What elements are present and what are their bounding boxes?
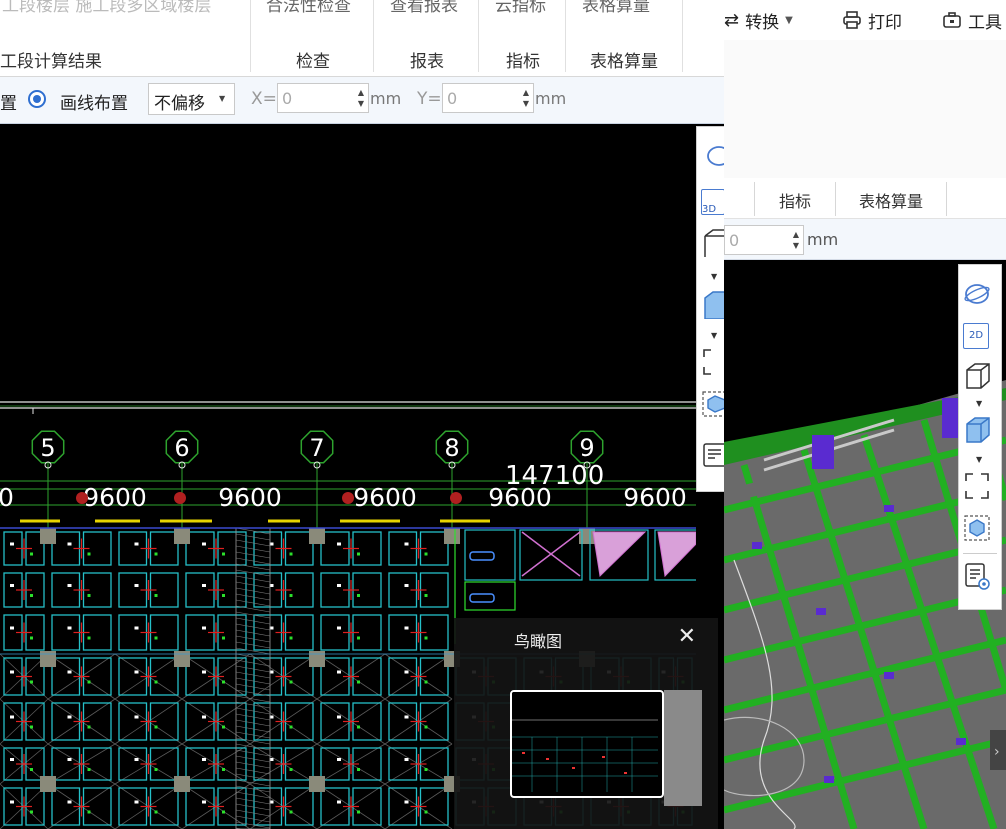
cube-outline-icon[interactable] xyxy=(963,361,991,391)
axis-bubble-5: 5 xyxy=(31,430,65,534)
aerial-view-scroll-area xyxy=(664,690,702,806)
ribbon-top-cut-check: 合法性检查 xyxy=(266,0,351,16)
chevron-down-icon[interactable]: ▼ xyxy=(711,272,717,281)
span-dimension-label: 9600 xyxy=(83,483,147,512)
chevron-down-icon[interactable]: ▼ xyxy=(976,455,982,464)
front-options-bar: 置 画线布置 不偏移 ▼ X= 0 ▲ ▼ mm Y= 0 ▲ ▼ mm xyxy=(0,77,724,124)
axis-label: 7 xyxy=(309,434,324,462)
line-layout-radio[interactable] xyxy=(28,90,46,108)
offset-select-value: 不偏移 xyxy=(154,94,205,114)
chevron-down-icon: ▼ xyxy=(219,94,226,103)
aerial-view-panel: 鸟瞰图 ✕ xyxy=(454,618,718,829)
x-offset-input[interactable]: 0 ▲ ▼ xyxy=(277,83,369,113)
display-settings-icon[interactable] xyxy=(701,441,724,471)
x-unit-label: mm xyxy=(370,89,402,108)
tools-button[interactable]: 工具 xyxy=(942,8,1002,33)
print-label: 打印 xyxy=(868,12,902,33)
close-icon[interactable]: ✕ xyxy=(678,624,696,649)
axis-label: 5 xyxy=(40,434,55,462)
axis-label: 9 xyxy=(579,434,594,462)
convert-button[interactable]: ⇄ 转换 ▼ xyxy=(724,8,793,33)
back-toolbar: ⇄ 转换 ▼ 打印 工具 xyxy=(724,0,1006,40)
ribbon-top-cut-left: 工段楼层 施工段多区域楼层 xyxy=(2,0,212,16)
span-dimension-label: 9600 xyxy=(353,483,417,512)
front-ribbon: 工段楼层 施工段多区域楼层 合法性检查 查看报表 云指标 表格算量 工段计算结果… xyxy=(0,0,724,77)
span-dimension-label: 9600 xyxy=(623,483,687,512)
aerial-view-thumbnail[interactable] xyxy=(510,690,664,798)
aerial-view-title: 鸟瞰图 xyxy=(514,632,563,651)
axis-bubble-8: 8 xyxy=(435,430,469,534)
back-table-qty-tab[interactable]: 表格算量 xyxy=(859,188,923,212)
front-view-tools-panel: 3D ▼ ▼ xyxy=(696,126,724,492)
ribbon-top-cut-table: 表格算量 xyxy=(582,0,650,16)
print-button[interactable]: 打印 xyxy=(842,8,902,33)
ribbon-group-indicators[interactable]: 指标 xyxy=(506,47,540,72)
cube-solid-icon[interactable] xyxy=(701,289,724,319)
display-settings-icon[interactable] xyxy=(963,561,991,591)
back-unit-label: mm xyxy=(807,230,839,249)
svg-text:›: › xyxy=(994,744,1000,760)
cube-outline-icon[interactable] xyxy=(701,227,724,257)
back-view-tools-panel: 2D ▼ ▼ xyxy=(958,264,1002,610)
cube-solid-icon[interactable] xyxy=(963,415,991,445)
isometric-view-icon[interactable] xyxy=(701,389,724,419)
ribbon-top-cut-report: 查看报表 xyxy=(390,0,458,16)
y-unit-label: mm xyxy=(535,89,567,108)
chevron-down-icon[interactable]: ▼ xyxy=(711,331,717,340)
x-offset-label: X= xyxy=(251,89,277,109)
orbit-icon[interactable] xyxy=(963,279,991,309)
axis-label: 6 xyxy=(174,434,189,462)
ribbon-group-result[interactable]: 工段计算结果 xyxy=(0,47,102,72)
span-dimension-label: 9600 xyxy=(218,483,282,512)
printer-icon xyxy=(843,11,861,29)
y-offset-label: Y= xyxy=(417,89,442,109)
fullscreen-icon[interactable] xyxy=(701,347,724,377)
span-dimension-label: 9600 xyxy=(488,483,552,512)
ribbon-group-table-qty[interactable]: 表格算量 xyxy=(590,47,658,72)
orbit-icon[interactable] xyxy=(701,141,724,171)
chevron-down-icon[interactable]: ▼ xyxy=(976,399,982,408)
offset-select[interactable]: 不偏移 ▼ xyxy=(148,83,235,115)
ribbon-group-report[interactable]: 报表 xyxy=(410,47,444,72)
axis-bubble-7: 7 xyxy=(300,430,334,534)
back-ribbon: 指标 表格算量 xyxy=(724,178,1006,219)
ribbon-group-check[interactable]: 检查 xyxy=(296,47,330,72)
view-2d-button[interactable]: 2D xyxy=(963,323,989,349)
back-options-bar: 0 ▲ ▼ mm xyxy=(724,219,1006,260)
fullscreen-icon[interactable] xyxy=(963,471,991,501)
axis-bubble-6: 6 xyxy=(165,430,199,534)
span-dimension-label: 0 xyxy=(0,483,14,512)
line-layout-label: 画线布置 xyxy=(60,94,128,114)
axis-label: 8 xyxy=(444,434,459,462)
toolbox-icon xyxy=(943,12,961,28)
view-3d-button[interactable]: 3D xyxy=(701,189,724,215)
back-y-offset-input[interactable]: 0 ▲ ▼ xyxy=(724,225,804,255)
ribbon-top-cut-indicator: 云指标 xyxy=(495,0,546,16)
chevron-down-icon: ▼ xyxy=(785,14,793,26)
back-indicators-tab[interactable]: 指标 xyxy=(779,188,811,212)
placement-cut-label: 置 xyxy=(0,94,17,114)
convert-icon: ⇄ xyxy=(724,9,740,31)
convert-label: 转换 xyxy=(745,12,780,33)
y-offset-input[interactable]: 0 ▲ ▼ xyxy=(442,83,534,113)
tools-label: 工具 xyxy=(968,12,1002,33)
front-window: 工段楼层 施工段多区域楼层 合法性检查 查看报表 云指标 表格算量 工段计算结果… xyxy=(0,0,724,829)
isometric-view-icon[interactable] xyxy=(963,513,991,543)
